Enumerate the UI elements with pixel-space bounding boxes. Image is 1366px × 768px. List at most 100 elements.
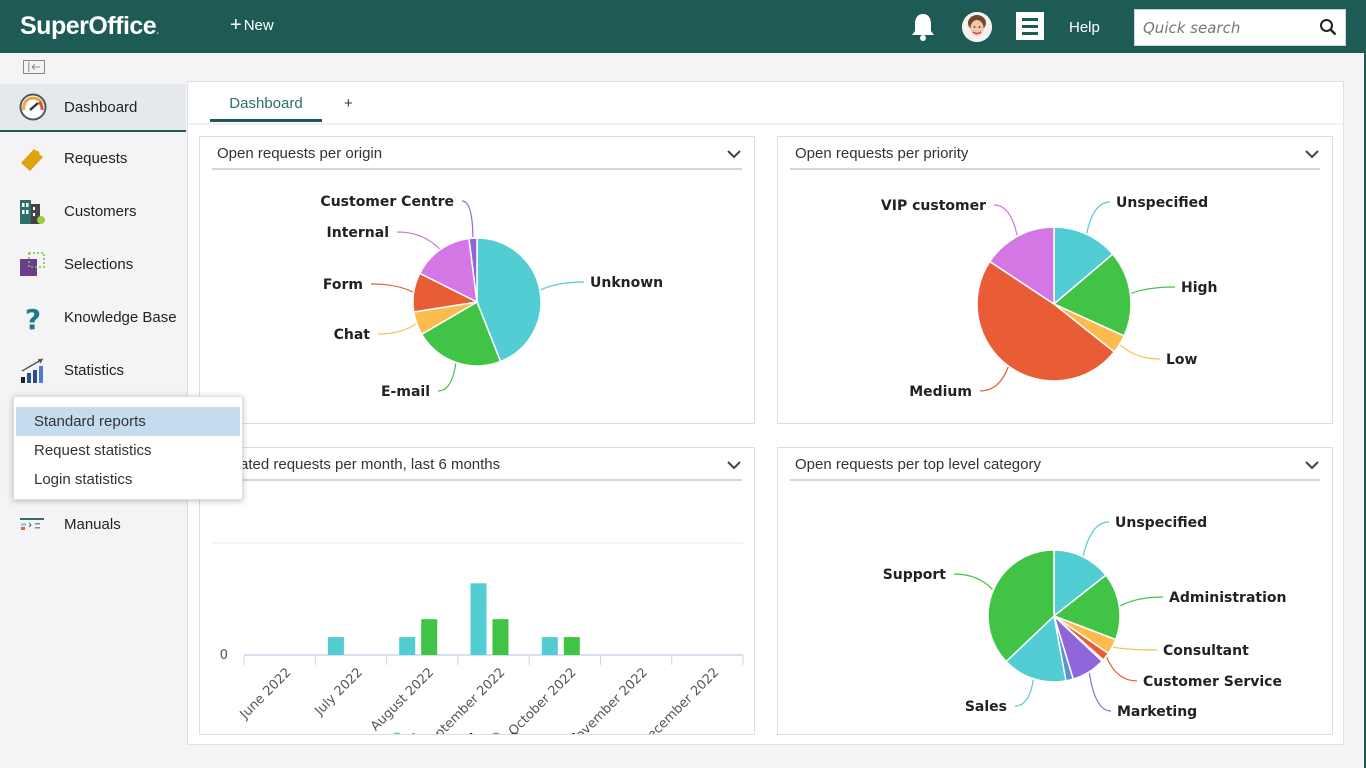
legend-marker-internal[interactable] bbox=[391, 732, 404, 735]
pie-label-unspecified: Unspecified bbox=[1115, 515, 1207, 531]
sidebar-item-dashboard[interactable]: Dashboard bbox=[0, 84, 186, 132]
x-tick-label: August 2022 bbox=[368, 665, 437, 734]
pie-label-sales: Sales bbox=[965, 699, 1007, 715]
building-icon bbox=[20, 199, 45, 224]
ticket-icon bbox=[21, 148, 43, 171]
superoffice-logo[interactable]: SuperOffice. bbox=[20, 12, 159, 41]
pie-leader-line bbox=[979, 366, 1009, 392]
logo-text: SuperOffice bbox=[20, 12, 157, 40]
category-pie-chart: Unspecified Administration Consultant Custo… bbox=[883, 515, 1287, 720]
y-tick-label: 0 bbox=[220, 648, 228, 663]
user-avatar[interactable] bbox=[962, 12, 992, 42]
pie-leader-line bbox=[993, 204, 1018, 236]
new-label: New bbox=[243, 17, 274, 34]
pie-label-customer-service: Customer Service bbox=[1143, 674, 1282, 690]
card-header: Open requests per top level category bbox=[790, 448, 1320, 481]
requests-bar-chart: 0June 2022 July 2022 August 2022September … bbox=[212, 542, 744, 735]
x-tick-label: June 2022 bbox=[237, 665, 295, 723]
sidebar-item-customers[interactable]: Customers bbox=[0, 185, 186, 238]
legend-label-internal[interactable]: Internal bbox=[411, 732, 473, 734]
card-origin: Open requests per origin Unknown E-mail Ch… bbox=[199, 136, 755, 424]
question-icon: ? bbox=[25, 304, 41, 332]
sidebar-item-selections[interactable]: Selections bbox=[0, 238, 186, 291]
search-icon[interactable] bbox=[1319, 18, 1337, 36]
pie-label-form: Form bbox=[323, 277, 363, 293]
pie-label-administration: Administration bbox=[1169, 590, 1286, 606]
card-title: Open requests per origin bbox=[217, 145, 383, 162]
quick-search bbox=[1134, 9, 1346, 46]
pie-leader-line bbox=[1113, 646, 1158, 651]
card-title: Open requests per top level category bbox=[795, 456, 1041, 473]
sidebar-item-label: Dashboard bbox=[64, 98, 138, 116]
sidebar-item-label: Manuals bbox=[64, 516, 121, 533]
card-header: Open requests per origin bbox=[212, 137, 742, 170]
menu-item-standard-reports[interactable]: Standard reports bbox=[16, 407, 240, 436]
sidebar-item-manuals[interactable]: Manuals bbox=[0, 498, 186, 551]
pie-leader-line bbox=[437, 363, 457, 392]
priority-pie-chart: Unspecified High Low Medium VIP customer bbox=[881, 195, 1218, 400]
pie-leader-line bbox=[1088, 672, 1112, 712]
pie-leader-line bbox=[1119, 596, 1164, 607]
menu-item-login-statistics[interactable]: Login statistics bbox=[16, 465, 240, 494]
bell-icon[interactable] bbox=[910, 12, 936, 42]
plus-icon: + bbox=[230, 14, 242, 36]
quick-search-input[interactable] bbox=[1143, 18, 1318, 38]
pie-label-vip-customer: VIP customer bbox=[881, 198, 986, 214]
sidebar-item-requests[interactable]: Requests bbox=[0, 132, 186, 185]
sidebar-item-label: Requests bbox=[64, 150, 128, 167]
logo-dot: . bbox=[156, 26, 159, 37]
chevron-down-icon[interactable] bbox=[726, 458, 742, 472]
bar-external-october-2022[interactable] bbox=[563, 637, 580, 655]
pie-label-unspecified: Unspecified bbox=[1116, 195, 1208, 211]
bar-external-august-2022[interactable] bbox=[421, 619, 438, 655]
pie-label-support: Support bbox=[883, 567, 947, 583]
bar-internal-october-2022[interactable] bbox=[541, 637, 558, 655]
statistics-submenu: Standard reports Request statistics Logi… bbox=[13, 396, 243, 500]
pie-label-e-mail: E-mail bbox=[381, 384, 430, 400]
sidebar-item-label: Customers bbox=[64, 203, 137, 220]
menu-item-request-statistics[interactable]: Request statistics bbox=[16, 436, 240, 465]
pie-label-customer-centre: Customer Centre bbox=[320, 194, 454, 210]
help-link[interactable]: Help bbox=[1069, 19, 1100, 36]
pie-leader-line bbox=[1086, 201, 1111, 234]
svg-text:?: ? bbox=[25, 304, 41, 332]
pie-label-consultant: Consultant bbox=[1163, 643, 1249, 659]
manuals-icon bbox=[20, 517, 44, 530]
legend-marker-external[interactable] bbox=[490, 732, 503, 735]
new-button[interactable]: + New bbox=[230, 14, 274, 36]
sidebar-item-statistics[interactable]: Statistics bbox=[0, 344, 186, 397]
selection-icon bbox=[20, 251, 45, 276]
x-tick-label: July 2022 bbox=[312, 665, 366, 719]
pie-label-medium: Medium bbox=[909, 384, 972, 400]
sidebar-item-knowledge-base[interactable]: ? Knowledge Base bbox=[0, 291, 186, 344]
tab-dashboard[interactable]: Dashboard bbox=[210, 95, 322, 122]
card-header: ated requests per month, last 6 months bbox=[212, 448, 742, 481]
chevron-down-icon[interactable] bbox=[726, 147, 742, 161]
card-title: Open requests per priority bbox=[795, 145, 969, 162]
collapse-sidebar-icon[interactable] bbox=[23, 60, 45, 74]
pie-leader-line bbox=[396, 231, 440, 250]
chevron-down-icon[interactable] bbox=[1304, 147, 1320, 161]
bar-internal-july-2022[interactable] bbox=[327, 637, 344, 655]
origin-pie-chart: Unknown E-mail Chat Form Internal Customer Ce… bbox=[320, 194, 663, 400]
card-priority: Open requests per priority Unspecified Hi… bbox=[777, 136, 1333, 424]
pie-label-internal: Internal bbox=[327, 225, 389, 241]
pie-leader-line bbox=[1120, 344, 1161, 360]
legend-label-external[interactable]: External bbox=[510, 732, 576, 734]
pie-leader-line bbox=[540, 281, 585, 291]
bar-internal-august-2022[interactable] bbox=[399, 637, 416, 655]
card-category: Open requests per top level category Uns… bbox=[777, 447, 1333, 735]
pie-leader-line bbox=[461, 200, 474, 238]
sidebar-item-label: Selections bbox=[64, 256, 134, 273]
bar-external-september-2022[interactable] bbox=[492, 619, 509, 655]
statistics-chart-icon bbox=[21, 358, 44, 383]
add-tab-button[interactable]: + bbox=[344, 95, 353, 112]
hamburger-menu-icon[interactable] bbox=[1016, 12, 1044, 40]
card-title: ated requests per month, last 6 months bbox=[240, 456, 501, 473]
bar-internal-september-2022[interactable] bbox=[470, 583, 487, 655]
dashboard-gauge-icon bbox=[19, 93, 47, 121]
card-requests-per-month: ated requests per month, last 6 months 0… bbox=[199, 447, 755, 735]
top-bar: SuperOffice. + New Help bbox=[0, 0, 1366, 53]
chevron-down-icon[interactable] bbox=[1304, 458, 1320, 472]
avatar-face-icon bbox=[962, 12, 992, 42]
